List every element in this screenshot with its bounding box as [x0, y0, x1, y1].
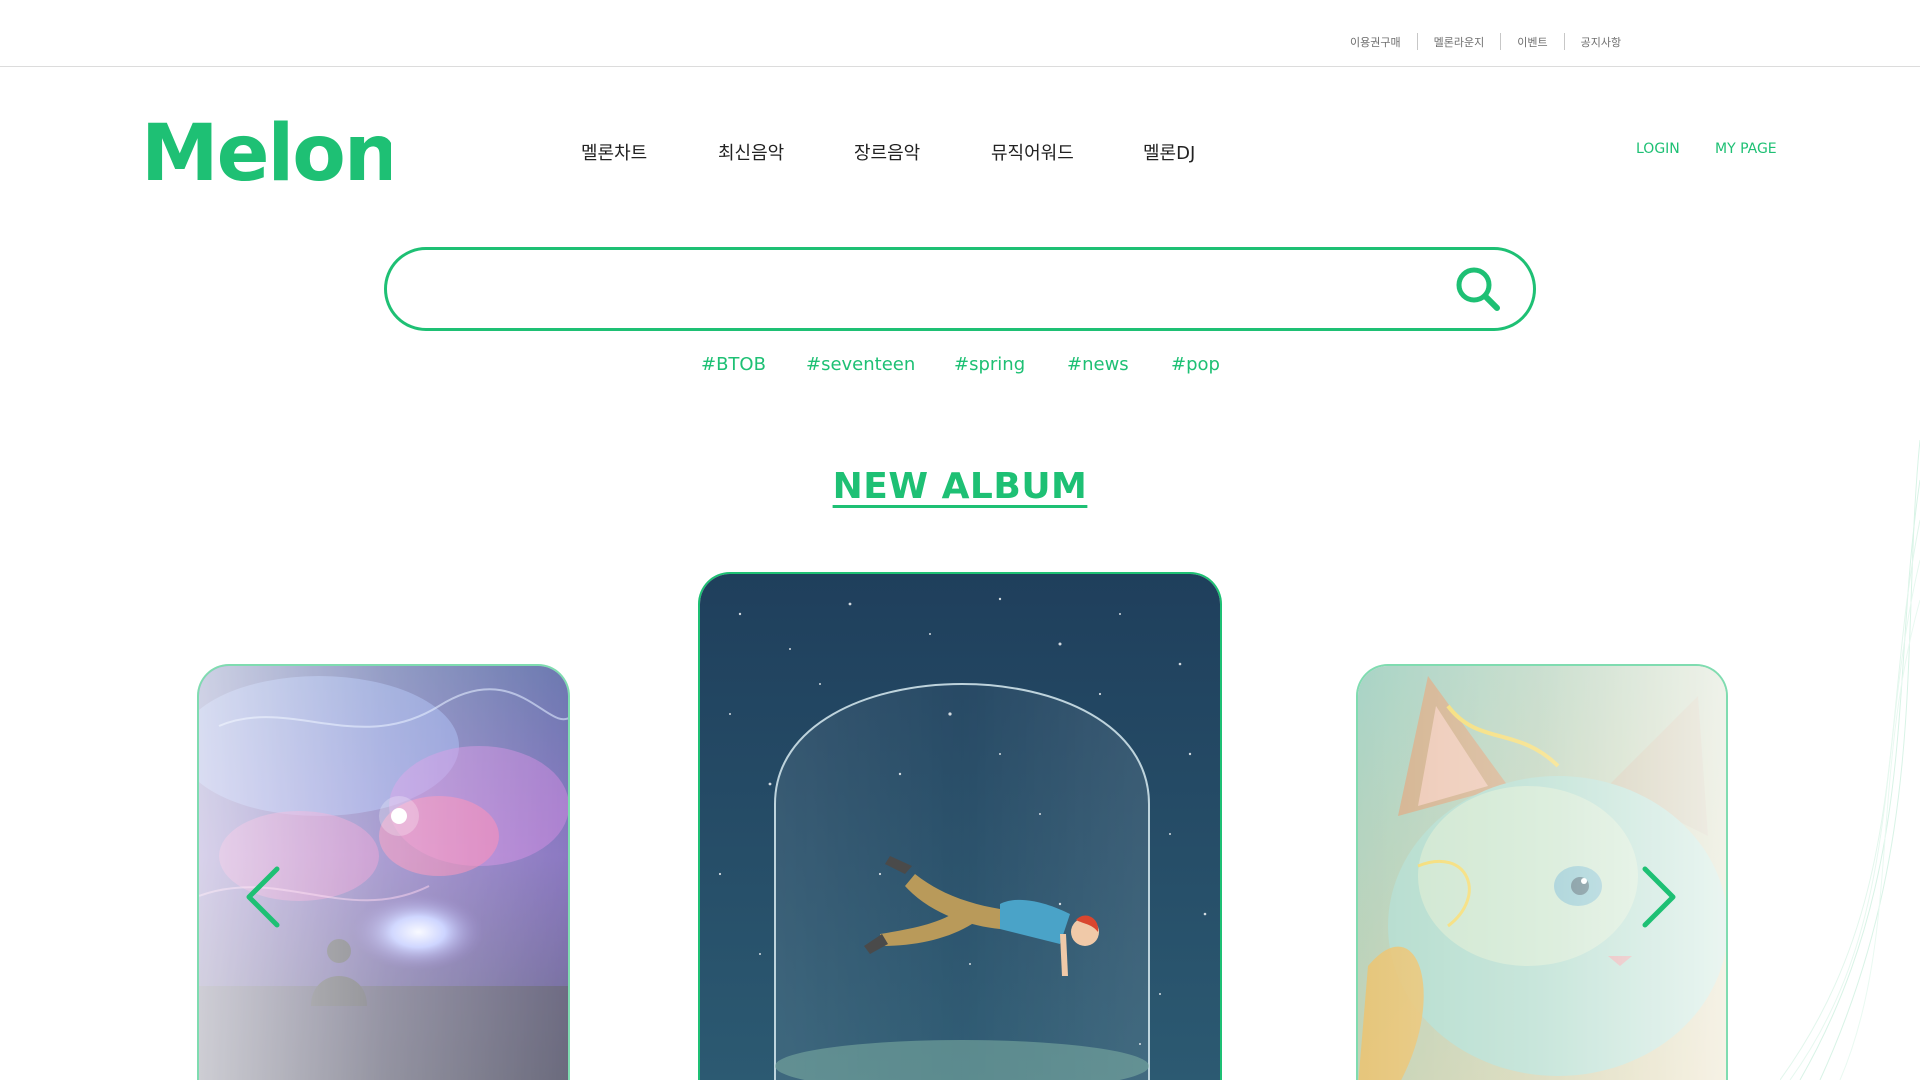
melon-homepage: 이용권구매 멜론라운지 이벤트 공지사항 Melon 멜론차트 최신음악 장르음…: [0, 0, 1920, 1080]
decorative-wave-lines: [1780, 440, 1920, 1080]
search-input[interactable]: [423, 266, 1407, 314]
hashtag-news[interactable]: #news: [1067, 354, 1129, 375]
nav-item-latest[interactable]: 최신음악: [718, 139, 784, 165]
utility-bar: 이용권구매 멜론라운지 이벤트 공지사항: [0, 0, 1920, 67]
search-icon[interactable]: [1453, 264, 1503, 314]
nav-item-chart[interactable]: 멜론차트: [581, 139, 647, 165]
chevron-right-icon[interactable]: [1639, 865, 1679, 929]
nav-item-genre[interactable]: 장르음악: [854, 139, 920, 165]
nav-item-dj[interactable]: 멜론DJ: [1143, 139, 1195, 165]
search-bar: [384, 247, 1536, 331]
album-card-center[interactable]: [698, 572, 1222, 1080]
logo-text: Melon: [141, 112, 391, 190]
utility-link-notice[interactable]: 공지사항: [1565, 34, 1637, 50]
hashtag-list: #BTOB #seventeen #spring #news #pop: [0, 354, 1920, 384]
chevron-left-icon[interactable]: [243, 865, 283, 929]
hashtag-btob[interactable]: #BTOB: [701, 354, 766, 375]
hashtag-seventeen[interactable]: #seventeen: [806, 354, 915, 375]
hashtag-spring[interactable]: #spring: [954, 354, 1025, 375]
nav-item-awards[interactable]: 뮤직어워드: [991, 139, 1074, 165]
new-album-title[interactable]: NEW ALBUM: [0, 466, 1920, 507]
melon-logo[interactable]: Melon: [141, 112, 391, 190]
login-link[interactable]: LOGIN: [1636, 141, 1680, 157]
utility-links: 이용권구매 멜론라운지 이벤트 공지사항: [1320, 33, 1637, 50]
utility-link-event[interactable]: 이벤트: [1501, 34, 1563, 50]
utility-link-ticket[interactable]: 이용권구매: [1320, 34, 1417, 50]
utility-link-lounge[interactable]: 멜론라운지: [1418, 34, 1501, 50]
hashtag-pop[interactable]: #pop: [1171, 354, 1220, 375]
man-floating-in-glass-dome-artwork: [700, 574, 1220, 1080]
my-page-link[interactable]: MY PAGE: [1715, 141, 1777, 157]
